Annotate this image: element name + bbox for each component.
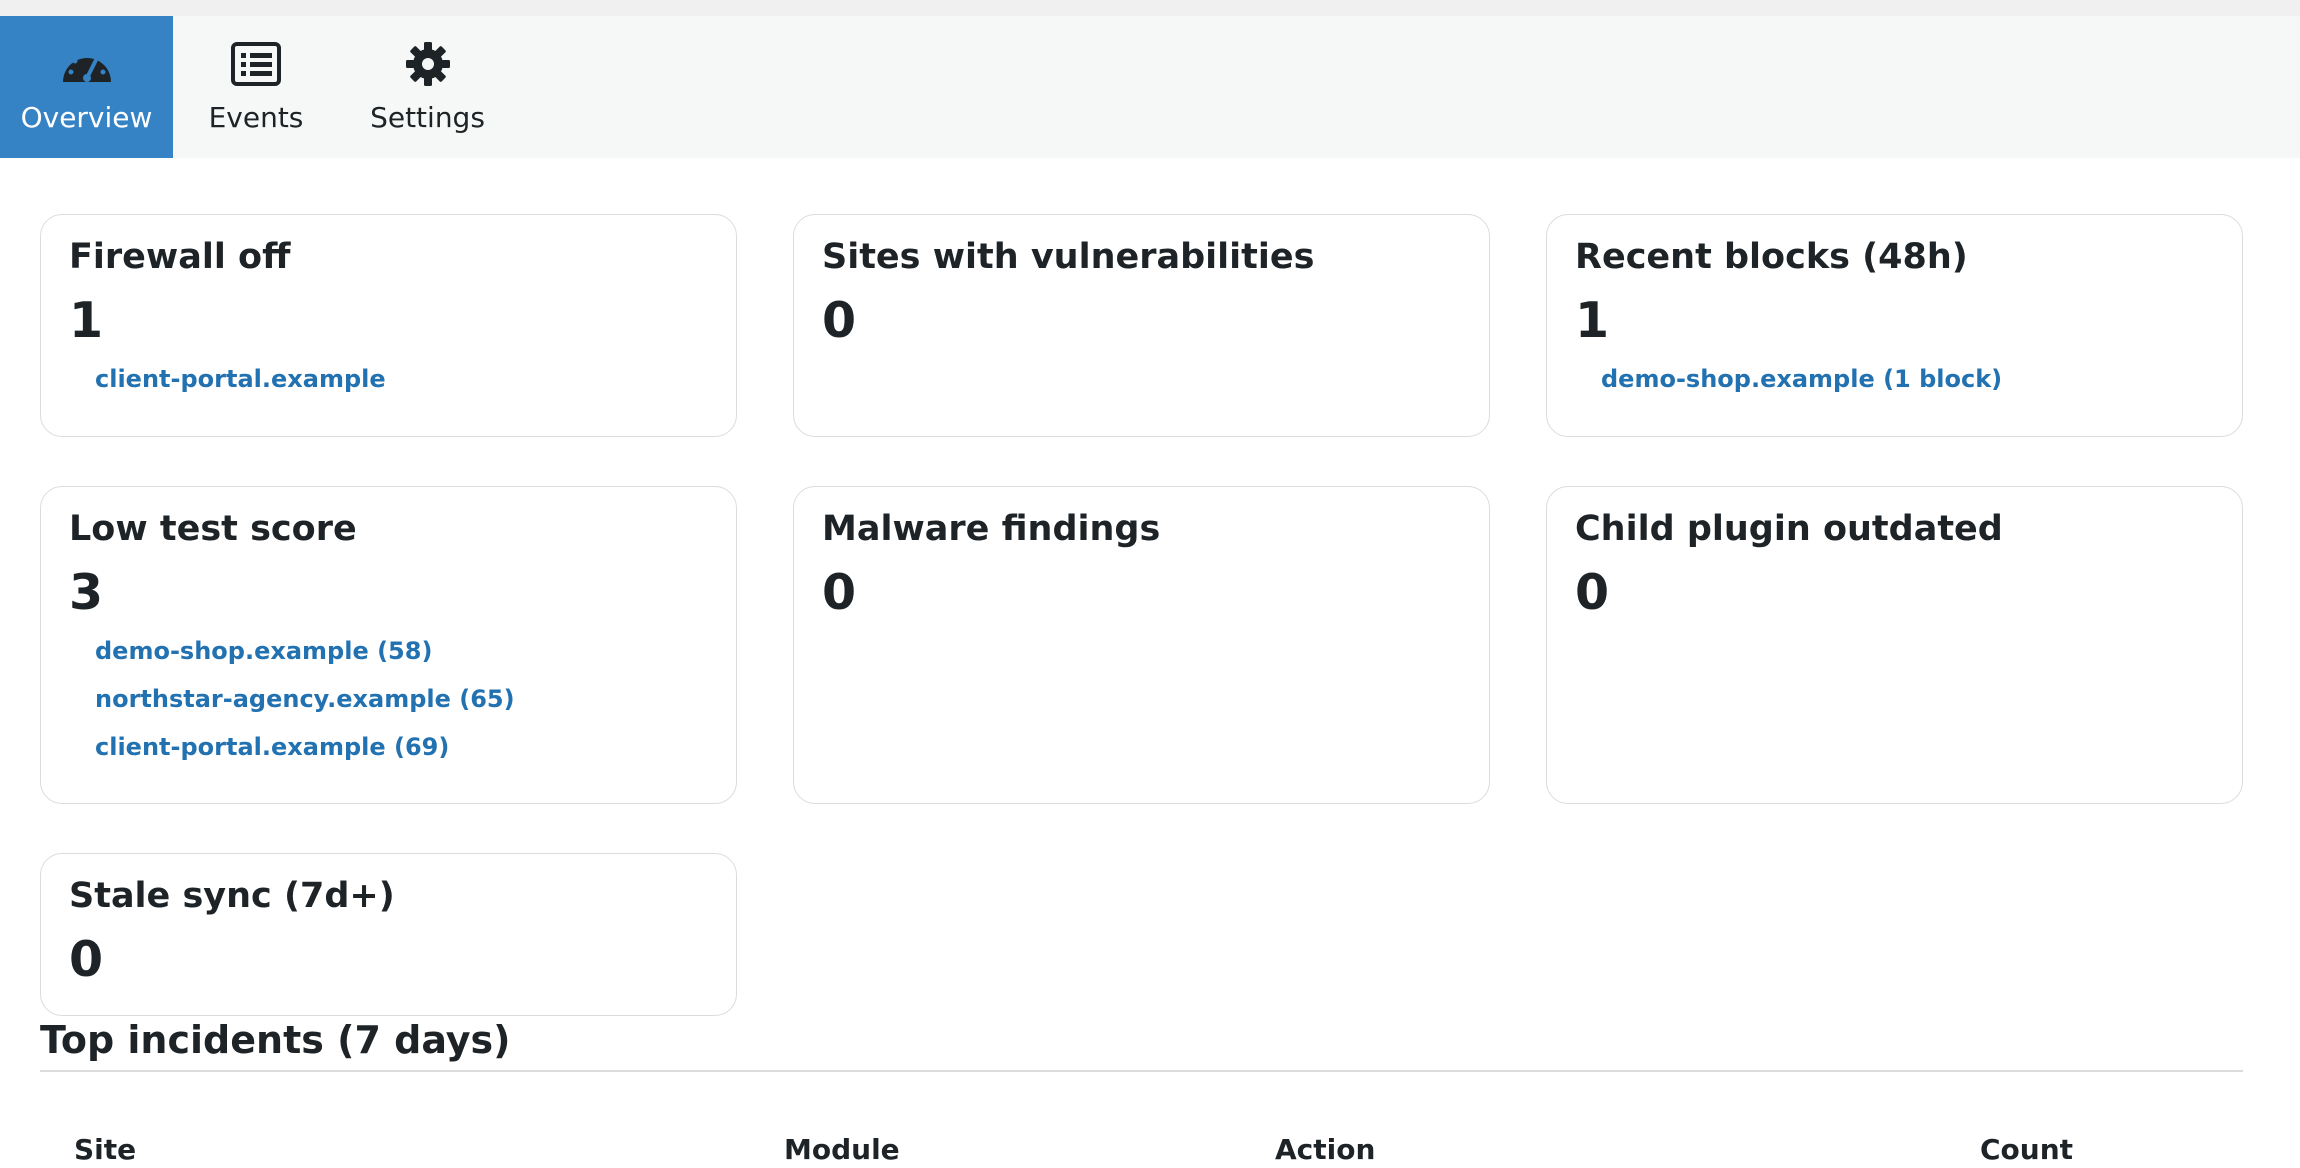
tab-bar: Overview Events Settings — [0, 16, 2300, 158]
column-header-count[interactable]: Count — [1980, 1132, 2073, 1168]
card-count: 3 — [69, 564, 104, 621]
list-item: client-portal.example (69) — [95, 723, 708, 771]
tab-overview[interactable]: Overview — [0, 16, 173, 158]
card-malware-findings: Malware findings 0 — [793, 486, 1490, 804]
gear-icon — [399, 40, 457, 88]
site-link[interactable]: client-portal.example (69) — [95, 733, 449, 761]
tab-label: Overview — [20, 101, 153, 134]
card-count: 0 — [1575, 564, 1610, 621]
card-stale-sync: Stale sync (7d+) 0 — [40, 853, 737, 1016]
card-title: Firewall off — [69, 237, 291, 277]
card-child-plugin-outdated: Child plugin outdated 0 — [1546, 486, 2243, 804]
card-site-list: demo-shop.example (1 block) — [1575, 355, 2214, 403]
list-item: northstar-agency.example (65) — [95, 675, 708, 723]
site-link[interactable]: demo-shop.example (1 block) — [1601, 365, 2002, 393]
site-link[interactable]: client-portal.example — [95, 365, 386, 393]
card-count: 0 — [822, 292, 857, 349]
card-title: Low test score — [69, 509, 357, 549]
column-header-action[interactable]: Action — [1275, 1132, 1375, 1168]
card-site-list: demo-shop.example (58) northstar-agency.… — [69, 627, 708, 771]
list-item: demo-shop.example (58) — [95, 627, 708, 675]
admin-top-strip — [0, 0, 2300, 16]
card-title: Child plugin outdated — [1575, 509, 2003, 549]
tab-events[interactable]: Events — [196, 16, 316, 158]
card-title: Stale sync (7d+) — [69, 876, 395, 916]
card-low-test-score: Low test score 3 demo-shop.example (58) … — [40, 486, 737, 804]
site-link[interactable]: demo-shop.example (58) — [95, 637, 432, 665]
tab-label: Settings — [370, 101, 485, 134]
card-sites-with-vulnerabilities: Sites with vulnerabilities 0 — [793, 214, 1490, 437]
card-title: Recent blocks (48h) — [1575, 237, 1968, 277]
dashboard-gauge-icon — [58, 40, 116, 88]
card-title: Malware findings — [822, 509, 1161, 549]
list-item: client-portal.example — [95, 355, 708, 403]
tab-settings[interactable]: Settings — [360, 16, 495, 158]
card-count: 1 — [1575, 292, 1610, 349]
list-item: demo-shop.example (1 block) — [1601, 355, 2214, 403]
card-title: Sites with vulnerabilities — [822, 237, 1315, 277]
card-firewall-off: Firewall off 1 client-portal.example — [40, 214, 737, 437]
tab-label: Events — [208, 101, 304, 134]
section-divider — [40, 1070, 2243, 1072]
list-view-icon — [227, 40, 285, 88]
card-count: 0 — [822, 564, 857, 621]
card-count: 0 — [69, 931, 104, 988]
site-link[interactable]: northstar-agency.example (65) — [95, 685, 515, 713]
column-header-site[interactable]: Site — [74, 1132, 136, 1168]
card-recent-blocks: Recent blocks (48h) 1 demo-shop.example … — [1546, 214, 2243, 437]
card-count: 1 — [69, 292, 104, 349]
incidents-section-title: Top incidents (7 days) — [40, 1018, 511, 1062]
column-header-module[interactable]: Module — [784, 1132, 900, 1168]
card-site-list: client-portal.example — [69, 355, 708, 403]
